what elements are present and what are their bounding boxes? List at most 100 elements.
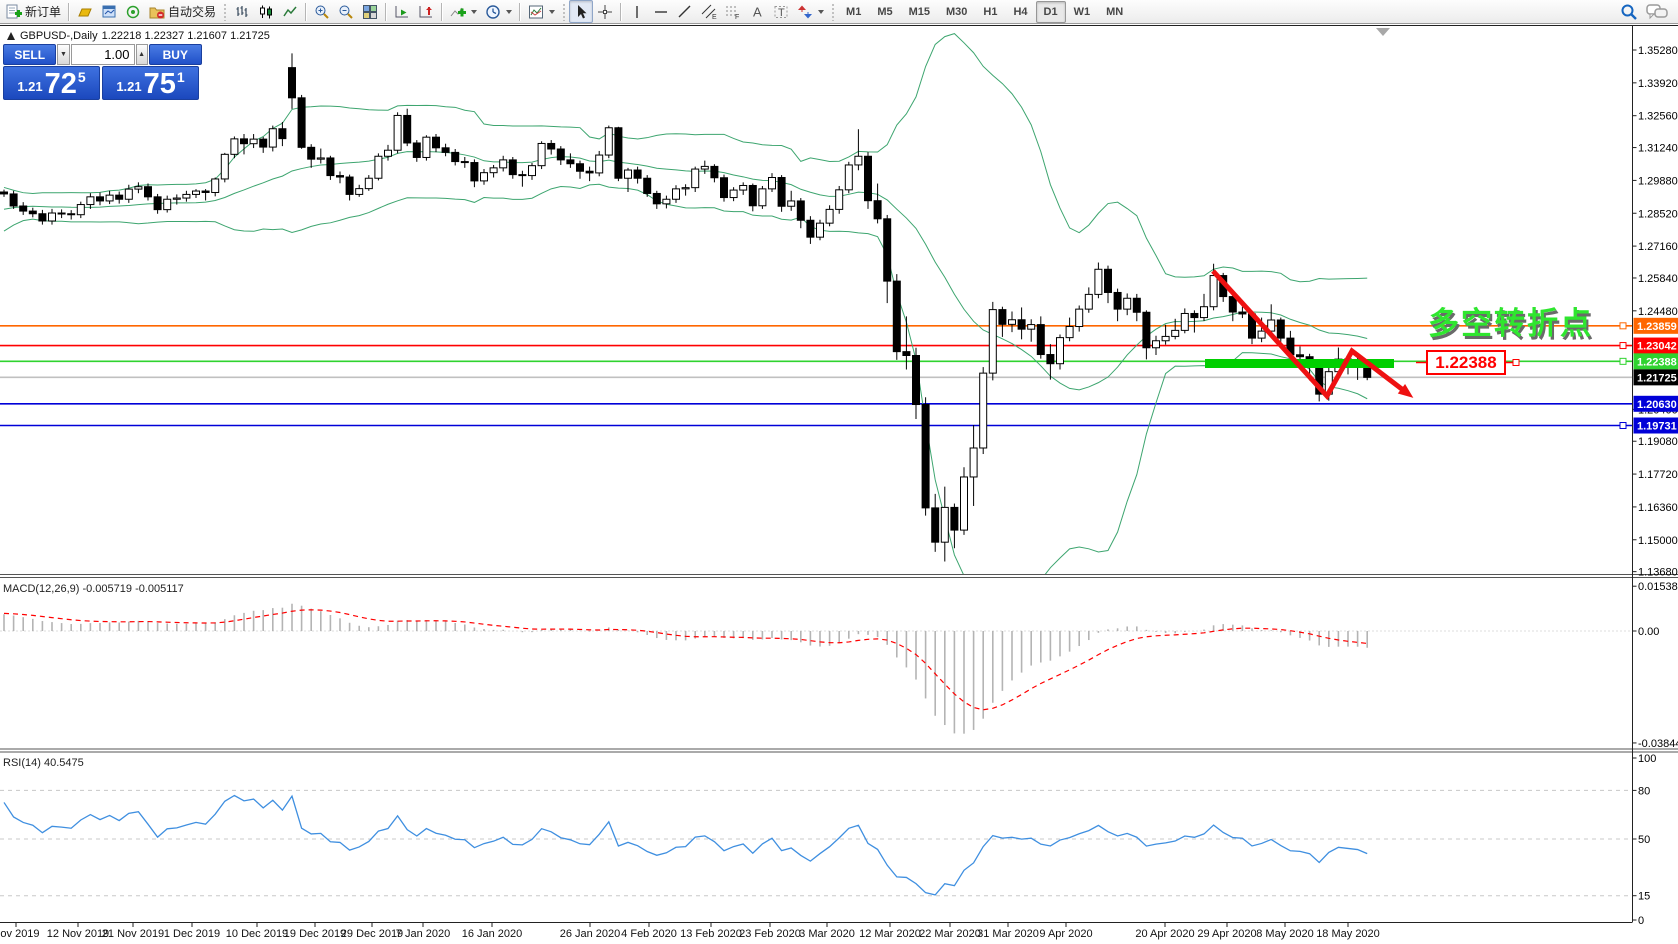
- signal-icon: [126, 5, 140, 18]
- one-click-trading-panel: SELL ▼ ▲ BUY 1.21 72 5 1.21 75 1: [3, 44, 202, 100]
- text-label-tool-button[interactable]: T: [769, 0, 793, 23]
- buy-price-box[interactable]: 1.21 75 1: [102, 66, 199, 100]
- sell-button[interactable]: SELL: [3, 44, 57, 65]
- svg-text:1.22388: 1.22388: [1637, 356, 1677, 368]
- price-axis-labels: 1.35280 1.33920 1.32560 1.31240 1.29880 1.285…: [1632, 45, 1678, 927]
- svg-text:1.21725: 1.21725: [1637, 372, 1677, 384]
- svg-text:18 May 2020: 18 May 2020: [1316, 928, 1380, 940]
- volume-increase-button[interactable]: ▲: [135, 44, 148, 65]
- svg-text:1.19731: 1.19731: [1637, 421, 1677, 433]
- price-tag-1.23859[interactable]: 1.23859: [1633, 317, 1678, 334]
- tile-windows-button[interactable]: [358, 0, 382, 23]
- svg-text:13 Feb 2020: 13 Feb 2020: [680, 928, 742, 940]
- timeframe-button-W1[interactable]: W1: [1066, 1, 1099, 23]
- sell-price-prefix: 1.21: [17, 79, 43, 94]
- bollinger-upper-band: [3, 33, 1368, 283]
- arrow-shapes-icon: [798, 5, 813, 18]
- line-chart-icon: [283, 6, 297, 16]
- svg-text:1.35280: 1.35280: [1638, 45, 1678, 57]
- svg-text:3 Mar 2020: 3 Mar 2020: [799, 928, 855, 940]
- rsi-pane: RSI(14) 40.5475: [0, 757, 1632, 897]
- volume-input[interactable]: [70, 44, 135, 65]
- sell-price-box[interactable]: 1.21 72 5: [3, 66, 100, 100]
- date-axis[interactable]: Nov 2019 12 Nov 201921 Nov 20191 Dec 2019…: [0, 922, 1380, 941]
- arrows-tool-button[interactable]: [793, 0, 828, 23]
- turning-point-text[interactable]: 多空转折点: [1428, 306, 1593, 341]
- chart-window-button[interactable]: [97, 0, 121, 23]
- auto-scroll-button[interactable]: [390, 0, 414, 23]
- price-tag-1.20630[interactable]: 1.20630: [1633, 395, 1678, 412]
- timeframe-button-M30[interactable]: M30: [938, 1, 975, 23]
- price-tag-1.23042[interactable]: 1.23042: [1633, 337, 1678, 354]
- chart-window-icon: [102, 5, 116, 17]
- search-icon[interactable]: [1620, 3, 1638, 21]
- svg-text:1.16360: 1.16360: [1638, 502, 1678, 514]
- timeframe-button-M15[interactable]: M15: [901, 1, 938, 23]
- timeframe-button-M5[interactable]: M5: [869, 1, 900, 23]
- timeframe-button-H1[interactable]: H1: [975, 1, 1005, 23]
- svg-text:1.29880: 1.29880: [1638, 175, 1678, 187]
- text-tool-button[interactable]: A: [745, 0, 769, 23]
- horizontal-line-tool-button[interactable]: [649, 0, 673, 23]
- chart-shift-marker[interactable]: [1376, 28, 1390, 36]
- svg-text:1.33920: 1.33920: [1638, 78, 1678, 90]
- svg-text:7 Jan 2020: 7 Jan 2020: [396, 928, 450, 940]
- channel-tool-button[interactable]: E: [697, 0, 721, 23]
- svg-text:1.24480: 1.24480: [1638, 306, 1678, 318]
- mt4-window: 1.22388 多空转折点 多空转折点 MACD(12,26,9) -0.005719…: [0, 0, 1678, 944]
- svg-text:12 Mar 2020: 12 Mar 2020: [859, 928, 921, 940]
- timeframe-button-MN[interactable]: MN: [1098, 1, 1131, 23]
- toolbar: 新订单 自动交易 E F A T M1 M5 M15 M30 H1 H4 D1 …: [0, 0, 1678, 24]
- timeframe-button-H4[interactable]: H4: [1005, 1, 1035, 23]
- svg-text:A: A: [753, 4, 762, 19]
- svg-text:21 Nov 2019: 21 Nov 2019: [102, 928, 164, 940]
- zoom-in-button[interactable]: [310, 0, 334, 23]
- candlestick-chart-button[interactable]: [254, 0, 278, 23]
- auto-scroll-icon: [395, 5, 409, 17]
- chart-ohlc-header: GBPUSD-,Daily 1.22218 1.22327 1.21607 1.…: [6, 30, 270, 42]
- fibonacci-tool-button[interactable]: F: [721, 0, 745, 23]
- chat-icon[interactable]: [1646, 3, 1668, 21]
- svg-text:20 Apr 2020: 20 Apr 2020: [1135, 928, 1194, 940]
- chart-shift-icon: [419, 5, 433, 17]
- bar-chart-button[interactable]: [230, 0, 254, 23]
- vertical-line-tool-button[interactable]: [625, 0, 649, 23]
- tile-windows-icon: [363, 4, 378, 19]
- line-chart-button[interactable]: [278, 0, 302, 23]
- templates-icon: [529, 5, 544, 18]
- price-tag-1.19731[interactable]: 1.19731: [1633, 417, 1678, 434]
- svg-text:-0.038442: -0.038442: [1638, 738, 1678, 750]
- cursor-tool-button[interactable]: [569, 0, 594, 23]
- chart-shift-button[interactable]: [414, 0, 438, 23]
- timeframe-button-M1[interactable]: M1: [838, 1, 869, 23]
- svg-text:F: F: [735, 14, 739, 20]
- svg-text:22 Mar 2020: 22 Mar 2020: [919, 928, 981, 940]
- zoom-out-button[interactable]: [334, 0, 358, 23]
- buy-price-prefix: 1.21: [116, 79, 142, 94]
- svg-text:0: 0: [1638, 915, 1644, 927]
- timeframe-button-D1[interactable]: D1: [1035, 0, 1066, 23]
- new-order-button[interactable]: 新订单: [2, 0, 65, 23]
- templates-button[interactable]: [524, 0, 559, 23]
- fibonacci-icon: F: [726, 6, 739, 20]
- buy-button[interactable]: BUY: [148, 44, 202, 65]
- periods-button[interactable]: [481, 0, 516, 23]
- svg-text:26 Jan 2020: 26 Jan 2020: [560, 928, 621, 940]
- sell-price-sup: 5: [77, 69, 86, 85]
- candlesticks: [0, 53, 1372, 562]
- signals-button[interactable]: [121, 0, 145, 23]
- volume-decrease-button[interactable]: ▼: [57, 44, 70, 65]
- indicators-button[interactable]: [446, 0, 481, 23]
- trendline-tool-button[interactable]: [673, 0, 697, 23]
- crosshair-tool-button[interactable]: [593, 0, 617, 23]
- buy-price-sup: 1: [176, 69, 185, 85]
- autotrading-button[interactable]: 自动交易: [145, 0, 220, 23]
- text-label-icon: T: [774, 5, 788, 19]
- svg-text:1.15000: 1.15000: [1638, 535, 1678, 547]
- symbols-button[interactable]: [73, 0, 97, 23]
- symbol-marker-icon[interactable]: [6, 31, 16, 41]
- price-tag-1.22388[interactable]: 1.22388: [1633, 353, 1678, 370]
- text-icon: A: [753, 4, 762, 19]
- current-price-tag[interactable]: 1.21725: [1633, 369, 1678, 386]
- clock-icon: [486, 4, 500, 19]
